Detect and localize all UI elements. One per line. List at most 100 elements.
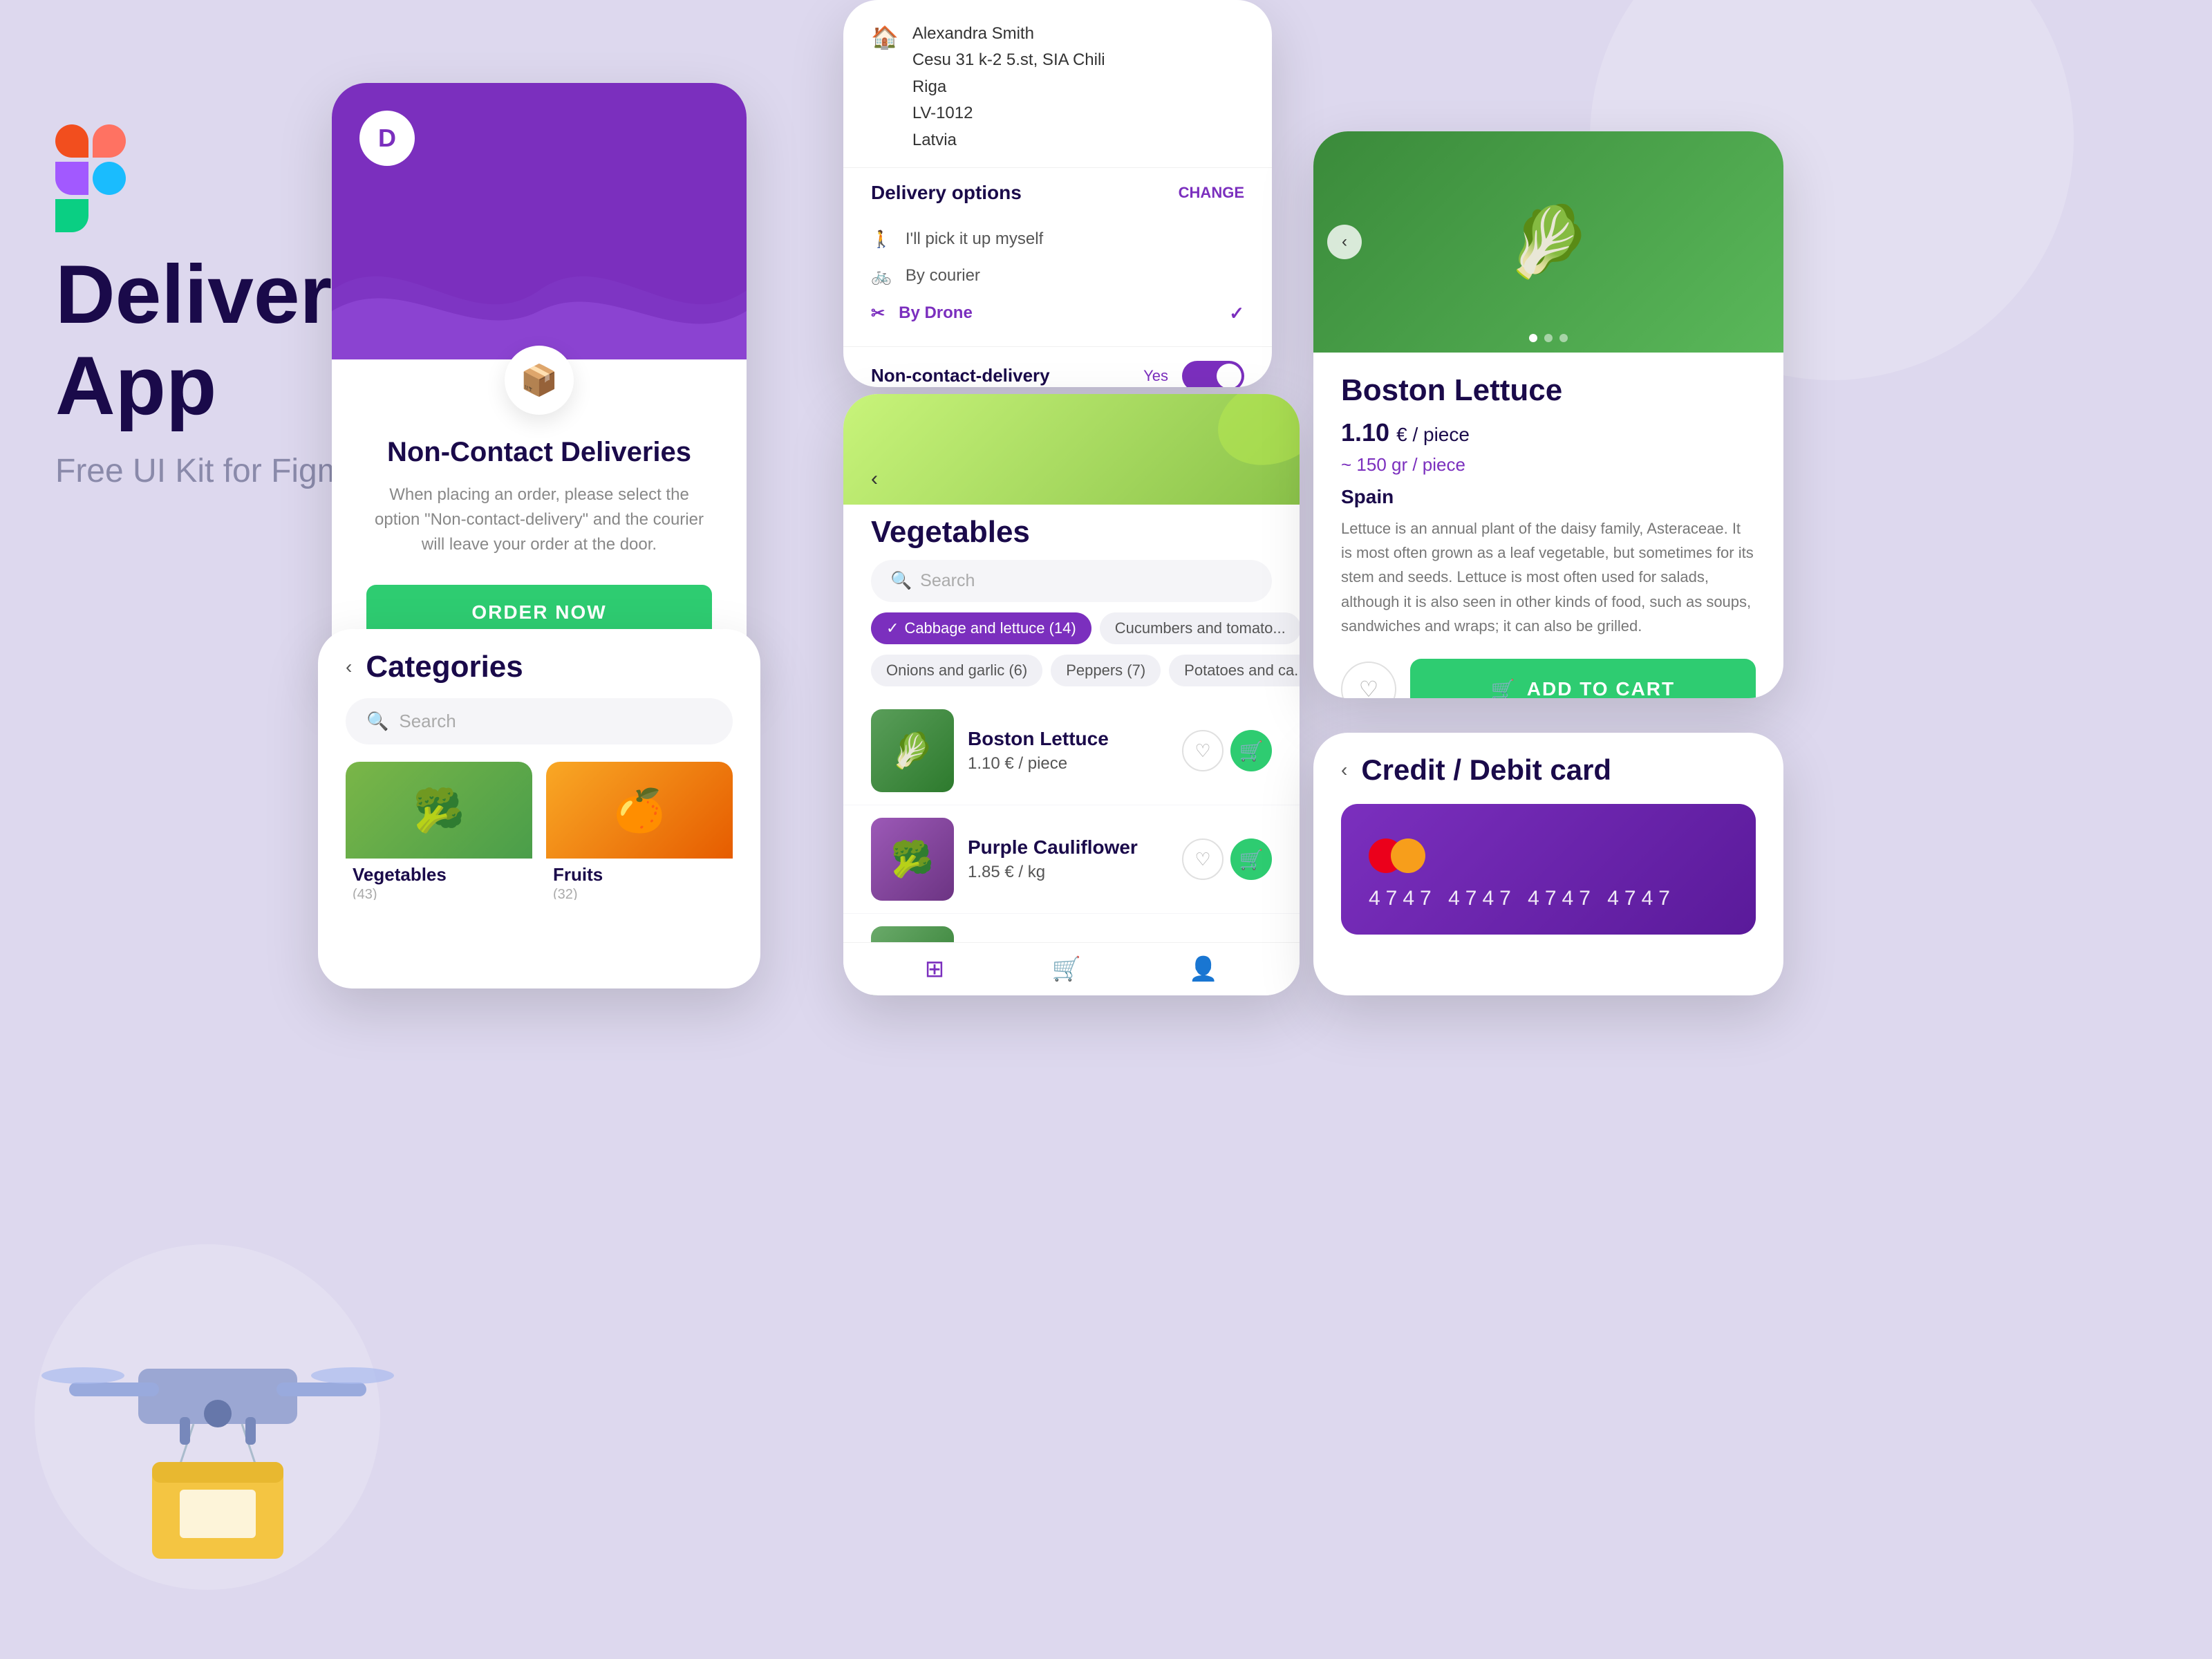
toggle-label: Yes	[1143, 367, 1168, 385]
purple-cauliflower-price: 1.85 € / kg	[968, 863, 1168, 882]
category-fruits[interactable]: 🍊 Fruits (32)	[546, 762, 733, 900]
search-icon: 🔍	[366, 711, 388, 732]
screen1-header: D	[332, 83, 747, 359]
screen4-nav-cart[interactable]: 🛒	[1052, 955, 1081, 983]
noncontact-delivery-row: Non-contact-delivery Yes	[843, 347, 1272, 387]
vegetables-count: (43)	[346, 887, 532, 900]
search-icon: 🔍	[890, 571, 912, 591]
category-vegetables[interactable]: 🥦 Vegetables (43)	[346, 762, 532, 900]
vegetables-name: Vegetables	[346, 859, 532, 887]
option-self-label: I'll pick it up myself	[906, 229, 1043, 249]
delivery-option-drone[interactable]: ✂ By Drone ✓	[871, 294, 1244, 332]
add-to-cart-button[interactable]: 🛒 ADD TO CART	[1410, 659, 1756, 698]
categories-grid: 🥦 Vegetables (43) 🍊 Fruits (32)	[318, 762, 760, 900]
credit-card-back-button[interactable]: ‹	[1341, 759, 1347, 781]
screen-product-detail: 🥬 ‹ Boston Lettuce 1.10 € / piece ~ 150 …	[1313, 131, 1783, 698]
boston-lettuce-price: 1.10 € / piece	[968, 754, 1168, 774]
addr-postal: LV-1012	[912, 100, 1105, 126]
purple-cauliflower-image: 🥦	[871, 818, 954, 901]
toggle-wrapper: Yes	[1143, 361, 1244, 387]
price-value: 1.10	[1341, 418, 1389, 447]
purple-cauliflower-fav-button[interactable]: ♡	[1182, 838, 1224, 880]
dot-2	[1544, 334, 1553, 342]
vegetables-image: 🥦	[346, 762, 532, 859]
addr-city: Riga	[912, 74, 1105, 100]
chip-potatoes[interactable]: Potatoes and ca...	[1169, 655, 1300, 686]
chip-onions[interactable]: Onions and garlic (6)	[871, 655, 1042, 686]
option-drone-label: By Drone	[899, 303, 973, 323]
figma-shape-orange	[93, 124, 126, 158]
drone-illustration	[28, 1286, 408, 1576]
package-icon: 📦	[505, 346, 574, 415]
dot-1	[1529, 334, 1537, 342]
credit-card-title: Credit / Debit card	[1361, 753, 1611, 787]
purple-cauliflower-cart-button[interactable]: 🛒	[1230, 838, 1272, 880]
figma-shape-green	[55, 199, 88, 232]
figma-shape-purple	[55, 162, 88, 195]
product-detail-description: Lettuce is an annual plant of the daisy …	[1341, 516, 1756, 638]
cart-icon: 🛒	[1491, 678, 1517, 698]
bike-icon: 🚲	[871, 266, 892, 286]
filter-chips: ✓ Cabbage and lettuce (14) Cucumbers and…	[843, 612, 1300, 655]
dot-3	[1559, 334, 1568, 342]
vegetables-back-button[interactable]: ‹	[871, 467, 878, 491]
delivery-options-title: Delivery options	[871, 182, 1022, 204]
boston-lettuce-info: Boston Lettuce 1.10 € / piece	[968, 728, 1168, 774]
change-button[interactable]: CHANGE	[1179, 184, 1244, 202]
screen4-nav-profile[interactable]: 👤	[1189, 955, 1218, 983]
image-dots	[1529, 334, 1568, 342]
vegetables-header: ‹	[843, 394, 1300, 505]
delivery-options-section: Delivery options CHANGE 🚶 I'll pick it u…	[843, 168, 1272, 347]
address-section: 🏠 Alexandra Smith Cesu 31 k-2 5.st, SIA …	[843, 0, 1272, 168]
addr-line1: Cesu 31 k-2 5.st, SIA Chili	[912, 47, 1105, 73]
filter-chips-row2: Onions and garlic (6) Peppers (7) Potato…	[843, 655, 1300, 697]
screen-delivery-options: 🏠 Alexandra Smith Cesu 31 k-2 5.st, SIA …	[843, 0, 1272, 387]
product-detail-name: Boston Lettuce	[1341, 373, 1756, 408]
categories-search-placeholder: Search	[399, 711, 456, 732]
vegetables-search-bar[interactable]: 🔍 Search	[871, 560, 1272, 602]
delivery-option-courier[interactable]: 🚲 By courier	[871, 258, 1244, 294]
chip-cucumbers[interactable]: Cucumbers and tomato...	[1100, 612, 1300, 644]
fruits-count: (32)	[546, 887, 733, 900]
product-image-prev[interactable]: ‹	[1327, 225, 1362, 259]
product-row-purple-cauliflower: 🥦 Purple Cauliflower 1.85 € / kg ♡ 🛒	[843, 805, 1300, 914]
back-button[interactable]: ‹	[346, 656, 352, 678]
product-detail-fav-button[interactable]: ♡	[1341, 662, 1396, 698]
addr-name: Alexandra Smith	[912, 21, 1105, 47]
delivery-option-self[interactable]: 🚶 I'll pick it up myself	[871, 221, 1244, 258]
product-row-boston-lettuce: 🥬 Boston Lettuce 1.10 € / piece ♡ 🛒	[843, 697, 1300, 805]
figma-shape-red	[55, 124, 88, 158]
screen-noncontact: D 📦 Non-Contact Deliveries When placing …	[332, 83, 747, 684]
categories-search-bar[interactable]: 🔍 Search	[346, 698, 733, 744]
drone-icon: ✂	[871, 303, 885, 324]
product-detail-image: 🥬 ‹	[1313, 131, 1783, 353]
chip-cabbage-lettuce[interactable]: ✓ Cabbage and lettuce (14)	[871, 612, 1091, 644]
figma-logo	[55, 124, 131, 221]
vegetables-search-placeholder: Search	[920, 571, 975, 591]
chip-peppers[interactable]: Peppers (7)	[1051, 655, 1161, 686]
product-detail-weight: ~ 150 gr / piece	[1341, 454, 1756, 476]
screen1-logo: D	[359, 111, 415, 166]
noncontact-toggle[interactable]	[1182, 361, 1244, 387]
fruits-image: 🍊	[546, 762, 733, 859]
boston-lettuce-cart-button[interactable]: 🛒	[1230, 730, 1272, 771]
option-courier-label: By courier	[906, 266, 980, 285]
check-icon: ✓	[1229, 303, 1244, 324]
screen1-description: When placing an order, please select the…	[366, 482, 712, 557]
credit-card-header: ‹ Credit / Debit card	[1313, 733, 1783, 797]
purple-cauliflower-info: Purple Cauliflower 1.85 € / kg	[968, 836, 1168, 882]
screen-credit-card: ‹ Credit / Debit card 4747 4747 4747 474…	[1313, 733, 1783, 995]
purple-cauliflower-actions: ♡ 🛒	[1182, 838, 1272, 880]
product-detail-body: Boston Lettuce 1.10 € / piece ~ 150 gr /…	[1313, 353, 1783, 698]
screen-vegetables: ‹ Vegetables 🔍 Search ✓ Cabbage and lett…	[843, 394, 1300, 995]
screen4-bottom-nav: ⊞ 🛒 👤	[843, 942, 1300, 995]
boston-lettuce-fav-button[interactable]: ♡	[1182, 730, 1224, 771]
check-icon: ✓	[886, 619, 899, 637]
card-number: 4747 4747 4747 4747	[1369, 887, 1728, 910]
product-detail-origin: Spain	[1341, 486, 1756, 508]
boston-lettuce-name: Boston Lettuce	[968, 728, 1168, 750]
addr-country: Latvia	[912, 127, 1105, 153]
noncontact-label: Non-contact-delivery	[871, 365, 1050, 386]
credit-card-visual: 4747 4747 4747 4747	[1341, 804, 1756, 935]
screen4-nav-home[interactable]: ⊞	[925, 955, 945, 983]
